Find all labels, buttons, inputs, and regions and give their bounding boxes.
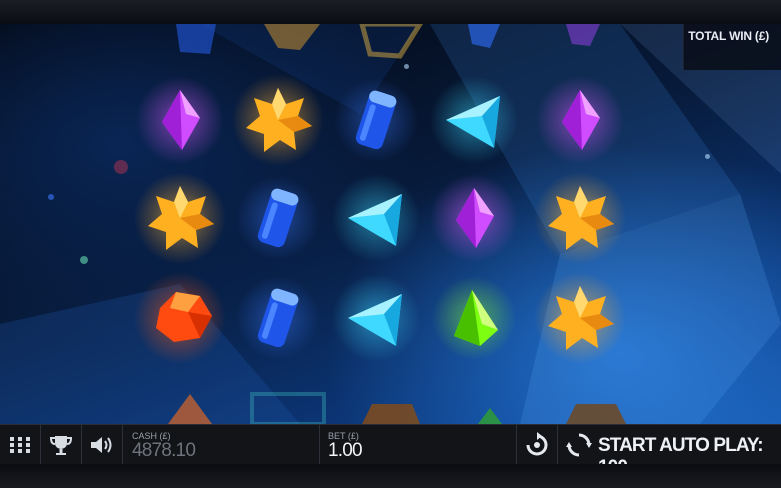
total-win-panel: TOTAL WIN (£) [683,24,781,70]
autoplay-icon [566,433,592,457]
sound-button[interactable] [82,425,123,465]
bottom-bar: CASH (£) 4878.10 BET (£) 1.00 START AUTO… [0,424,781,478]
grid-menu-icon [10,437,30,453]
bet-panel[interactable]: BET (£) 1.00 [320,425,517,465]
bottom-strip [0,464,781,488]
blue-cylinder-gem [326,70,426,170]
cyan-triangle-gem [424,70,524,170]
orange-star-gem [530,168,630,268]
refresh-icon [526,432,548,456]
autoplay-button[interactable]: START AUTO PLAY: 100 [558,425,781,478]
blue-cylinder-gem [228,268,328,368]
green-gem [424,268,524,368]
trophy-icon [49,436,73,455]
blue-cylinder-gem [228,168,328,268]
cash-panel: CASH (£) 4878.10 [123,425,320,465]
purple-gem [130,70,230,170]
total-win-label: TOTAL WIN (£) [688,29,769,43]
orange-star-gem [228,70,328,170]
cyan-triangle-gem [326,268,426,368]
red-orange-gem [130,268,230,368]
cash-value: 4878.10 [132,440,196,461]
menu-button[interactable] [0,425,41,465]
purple-gem [530,70,630,170]
orange-star-gem [130,168,230,268]
purple-gem [424,168,524,268]
orange-star-gem [530,268,630,368]
cyan-triangle-gem [326,168,426,268]
speaker-icon [91,437,112,453]
bet-value: 1.00 [328,440,363,461]
spin-button[interactable] [517,425,558,465]
trophy-button[interactable] [41,425,82,465]
top-strip [0,0,781,24]
